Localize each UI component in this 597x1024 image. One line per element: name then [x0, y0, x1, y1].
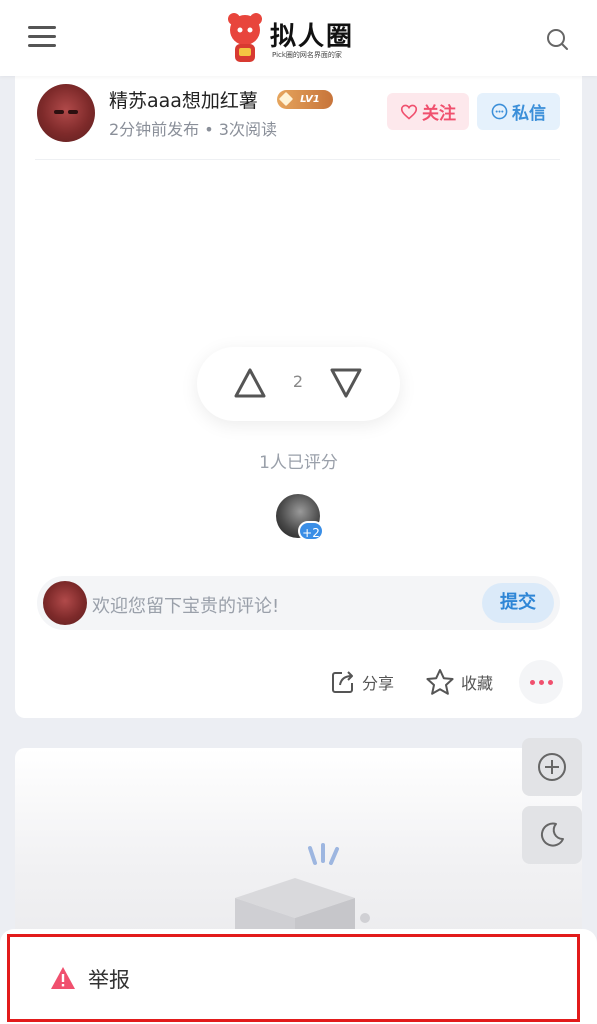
site-logo[interactable]: 拟人圈 Pick圈的网名界面的家 — [222, 10, 372, 68]
comment-input[interactable]: 欢迎您留下宝贵的评论! — [92, 592, 279, 618]
top-header: 拟人圈 Pick圈的网名界面的家 — [0, 0, 597, 76]
moon-icon — [540, 822, 564, 847]
share-button[interactable]: 分享 — [330, 666, 394, 698]
author-avatar[interactable] — [37, 84, 95, 142]
star-icon — [426, 669, 454, 695]
post-meta: 2分钟前发布 • 3次阅读 — [109, 120, 277, 139]
plus-circle-icon — [538, 753, 566, 781]
more-options-button[interactable] — [519, 660, 563, 704]
report-button[interactable]: 举报 — [7, 934, 580, 1022]
comment-avatar — [43, 581, 87, 625]
vote-count: 2 — [292, 372, 304, 391]
gem-icon — [278, 91, 294, 107]
level-badge: LV1 — [277, 90, 333, 109]
report-label: 举报 — [88, 968, 130, 992]
follow-label: 关注 — [422, 104, 456, 124]
level-label: LV1 — [300, 94, 320, 105]
chat-icon — [491, 103, 508, 120]
message-label: 私信 — [512, 104, 546, 124]
message-button[interactable]: 私信 — [477, 93, 560, 130]
menu-icon[interactable] — [28, 26, 56, 48]
collect-label: 收藏 — [461, 674, 494, 693]
submit-button[interactable]: 提交 — [482, 583, 554, 623]
collect-button[interactable]: 收藏 — [425, 666, 493, 698]
post-card: 精苏aaa想加红薯 LV1 2分钟前发布 • 3次阅读 关注 私信 2 1人已评… — [15, 60, 582, 718]
logo-subtitle: Pick圈的网名界面的家 — [272, 51, 342, 59]
rated-count-text: 1人已评分 — [259, 453, 338, 473]
rater-extra-badge: +2 — [298, 521, 324, 541]
upvote-icon[interactable] — [233, 367, 267, 399]
share-icon — [332, 671, 353, 693]
dark-mode-button[interactable] — [522, 806, 582, 864]
search-icon[interactable] — [545, 27, 569, 51]
mascot-icon — [228, 13, 262, 62]
heart-icon — [400, 104, 418, 120]
logo-title: 拟人圈 — [270, 22, 355, 52]
warning-icon — [51, 967, 75, 989]
downvote-icon[interactable] — [329, 367, 363, 399]
add-post-button[interactable] — [522, 738, 582, 796]
comment-bar: 欢迎您留下宝贵的评论! 提交 — [37, 576, 560, 630]
action-sheet: 举报 — [0, 929, 597, 1024]
follow-button[interactable]: 关注 — [387, 93, 469, 130]
divider — [35, 159, 560, 160]
author-name[interactable]: 精苏aaa想加红薯 — [109, 86, 258, 113]
share-label: 分享 — [362, 674, 395, 693]
vote-control: 2 — [197, 347, 400, 421]
